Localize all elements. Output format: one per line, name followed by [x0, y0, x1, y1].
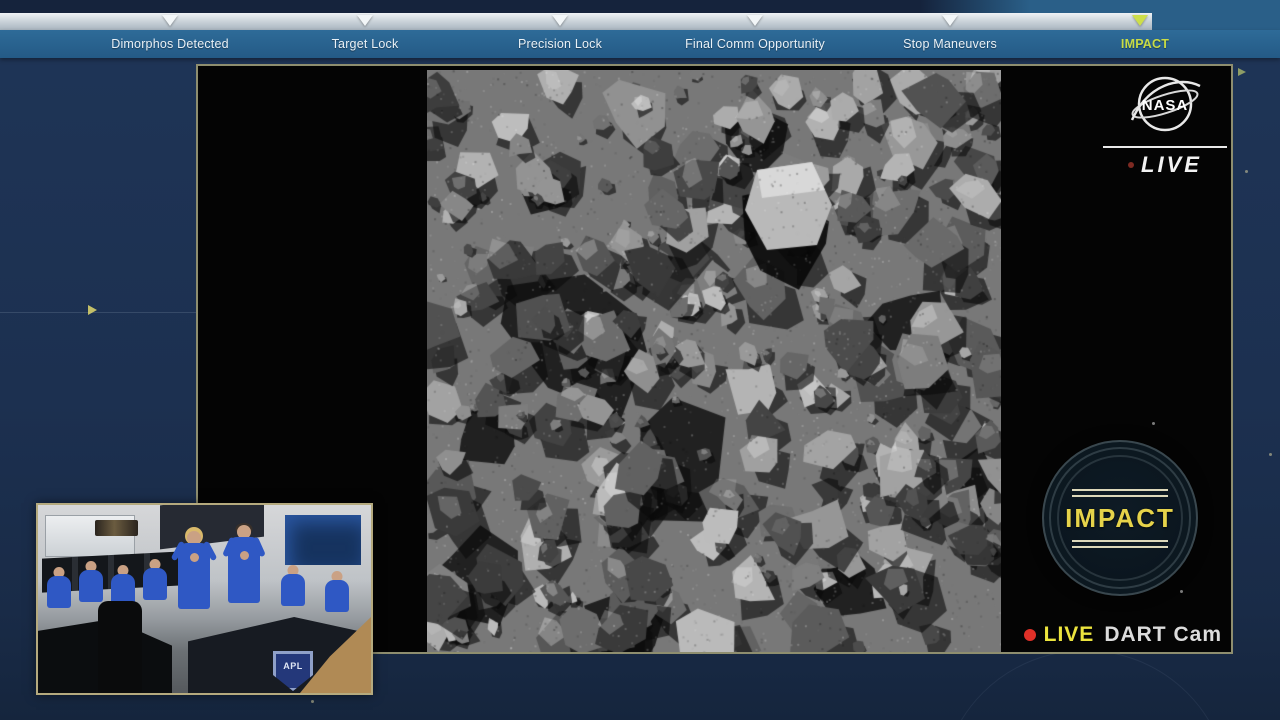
- person-clapping: [222, 521, 266, 641]
- live-label: LIVE: [1141, 152, 1202, 177]
- timeline-marker-icon: [552, 15, 568, 26]
- timeline-top-strip: [0, 0, 1280, 13]
- milestone-dimorphos-detected: Dimorphos Detected: [111, 37, 229, 51]
- asteroid-surface-image: [427, 70, 1001, 652]
- mission-timeline: [0, 0, 1280, 30]
- milestone-impact: IMPACT: [1120, 37, 1170, 51]
- milestone-final-comm: Final Comm Opportunity: [685, 37, 825, 51]
- timeline-marker-icon: [357, 15, 373, 26]
- background-guide-line: [0, 312, 196, 313]
- badge-rule-bottom: [1072, 539, 1168, 548]
- wall-sign: [95, 520, 138, 536]
- caption-camera-label: DART Cam: [1104, 623, 1222, 646]
- caption-live-label: LIVE: [1043, 623, 1095, 646]
- person: [324, 571, 350, 615]
- timeline-marker-icon: [942, 15, 958, 26]
- background-arc: [940, 650, 1230, 720]
- background-dot: [311, 700, 314, 703]
- timeline-marker-icon: [747, 15, 763, 26]
- live-dot-icon: [1128, 162, 1135, 168]
- person: [142, 559, 168, 603]
- frame-dot: [1152, 422, 1155, 425]
- milestone-stop-maneuvers: Stop Maneuvers: [903, 37, 997, 51]
- nasa-wordmark: NASA: [1142, 97, 1189, 114]
- office-chair: [98, 601, 142, 693]
- background-dot: [1269, 453, 1272, 456]
- divider-rule: [1103, 146, 1227, 148]
- person: [78, 561, 104, 605]
- impact-badge-label: IMPACT: [1065, 502, 1175, 533]
- frame-dot: [1180, 590, 1183, 593]
- person-clapping: [170, 527, 218, 647]
- timeline-marker-icon: [162, 15, 178, 26]
- timeline-marker-impact-icon: [1132, 15, 1148, 26]
- person: [46, 567, 72, 611]
- camera-caption: LIVE DART Cam: [1023, 623, 1222, 647]
- milestone-precision-lock: Precision Lock: [517, 37, 603, 51]
- nasa-brand-block: NASA LIVE: [1103, 74, 1227, 178]
- wall-display: [285, 515, 361, 565]
- badge-rule-top: [1072, 488, 1168, 497]
- background-arrow-icon: [88, 305, 97, 315]
- timeline-label-strip: Dimorphos Detected Target Lock Precision…: [0, 30, 1280, 58]
- nasa-logo-icon: NASA: [1130, 76, 1201, 132]
- person: [280, 565, 306, 609]
- milestone-target-lock: Target Lock: [331, 37, 399, 51]
- background-arrow-icon: [1238, 68, 1246, 76]
- broadcast-screen: Dimorphos Detected Target Lock Precision…: [0, 0, 1280, 720]
- background-dot: [1245, 170, 1248, 173]
- live-indicator: LIVE: [1103, 152, 1227, 178]
- mission-control-pip: APL: [36, 503, 373, 695]
- impact-badge: IMPACT: [1042, 440, 1198, 596]
- record-dot-icon: [1023, 629, 1036, 641]
